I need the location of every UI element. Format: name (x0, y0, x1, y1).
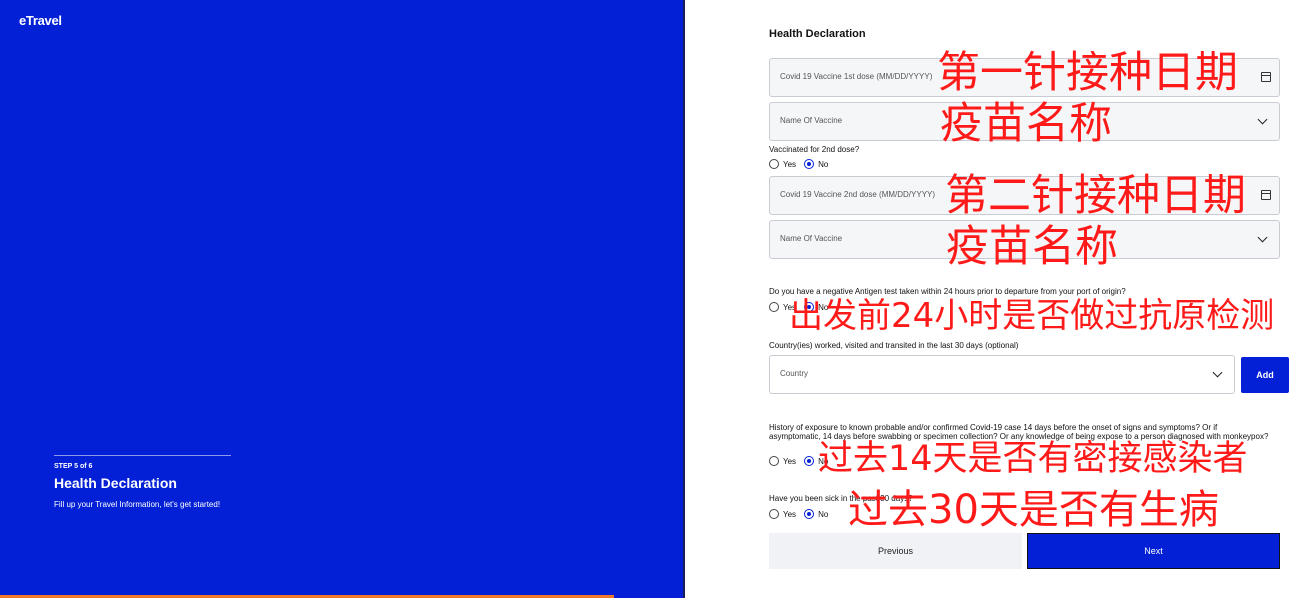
etravel-logo: eTravel (19, 13, 62, 28)
no-label: No (818, 509, 829, 519)
dose2-placeholder: Covid 19 Vaccine 2nd dose (MM/DD/YYYY) (780, 190, 936, 199)
step-title: Health Declaration (54, 475, 177, 491)
vaccine-placeholder: Name Of Vaccine (780, 116, 843, 125)
sick-radio-group: Yes No (769, 508, 836, 520)
dose2-no-radio[interactable] (804, 159, 815, 169)
sick-no-radio[interactable] (804, 509, 815, 519)
previous-button[interactable]: Previous (769, 533, 1022, 569)
step-subtitle: Fill up your Travel Information, let's g… (54, 500, 221, 509)
dose1-placeholder: Covid 19 Vaccine 1st dose (MM/DD/YYYY) (780, 72, 933, 81)
annotation-vaccine-name-2: 疫苗名称 (946, 222, 1118, 272)
country-question: Country(ies) worked, visited and transit… (769, 341, 1019, 350)
exposure-no-radio[interactable] (804, 456, 815, 466)
dose2-radio-group: Yes No (769, 158, 836, 170)
yes-label: Yes (783, 456, 797, 466)
calendar-icon[interactable] (1261, 72, 1271, 82)
chevron-down-icon (1212, 367, 1223, 378)
annotation-antigen: 出发前24小时是否做过抗原检测 (789, 296, 1275, 336)
dose2-question: Vaccinated for 2nd dose? (769, 145, 860, 154)
step-divider (54, 455, 231, 456)
country-placeholder: Country (780, 369, 809, 378)
chevron-down-icon (1257, 114, 1268, 125)
annotation-exposure: 过去14天是否有密接感染者 (818, 439, 1248, 479)
antigen-question: Do you have a negative Antigen test take… (769, 287, 1126, 296)
exposure-yes-radio[interactable] (769, 456, 779, 466)
next-button[interactable]: Next (1027, 533, 1280, 569)
yes-label: Yes (783, 509, 797, 519)
panel-divider (683, 0, 685, 598)
left-panel: eTravel STEP 5 of 6 Health Declaration F… (0, 0, 683, 598)
no-label: No (818, 159, 829, 169)
annotation-dose1-date: 第一针接种日期 (937, 48, 1238, 98)
sick-yes-radio[interactable] (769, 509, 779, 519)
vaccine-placeholder: Name Of Vaccine (780, 234, 843, 243)
annotation-dose2-date: 第二针接种日期 (945, 171, 1246, 221)
annotation-sick: 过去30天是否有生病 (848, 487, 1219, 533)
chevron-down-icon (1257, 232, 1268, 243)
form-title: Health Declaration (769, 28, 866, 40)
country-select[interactable]: Country (769, 355, 1235, 394)
step-indicator: STEP 5 of 6 (54, 463, 93, 470)
yes-label: Yes (783, 159, 797, 169)
calendar-icon[interactable] (1261, 190, 1271, 200)
dose2-yes-radio[interactable] (769, 159, 779, 169)
add-country-button[interactable]: Add (1241, 357, 1289, 393)
annotation-vaccine-name-1: 疫苗名称 (940, 99, 1112, 149)
antigen-yes-radio[interactable] (769, 302, 779, 312)
